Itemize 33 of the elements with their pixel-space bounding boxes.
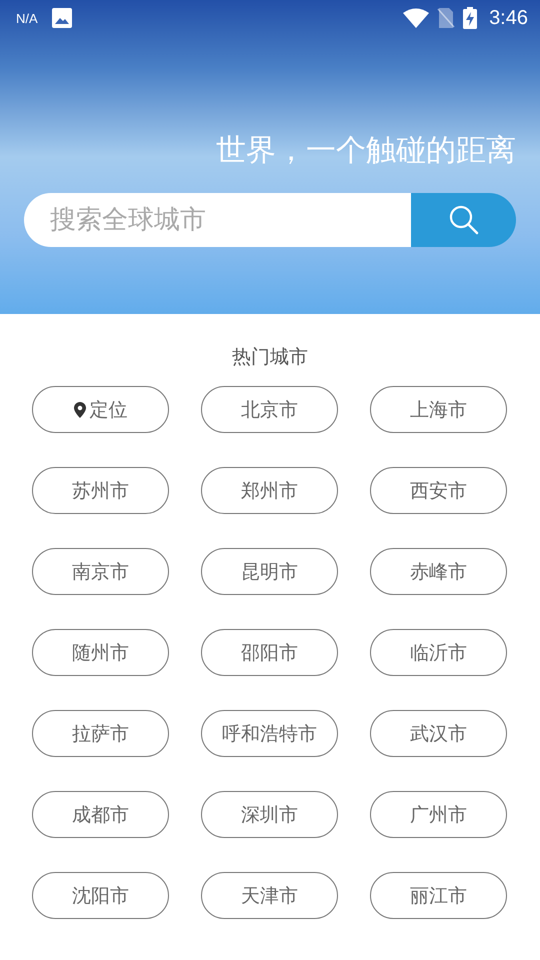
city-button[interactable]: 随州市 — [32, 629, 169, 676]
carrier-text: N/A — [16, 10, 38, 26]
no-sim-icon — [437, 8, 456, 28]
city-button[interactable]: 天津市 — [201, 872, 338, 919]
location-pin-icon — [74, 402, 86, 418]
city-button[interactable]: 丽江市 — [370, 872, 507, 919]
city-button[interactable]: 沈阳市 — [32, 872, 169, 919]
section-title: 热门城市 — [231, 345, 309, 370]
search-button[interactable] — [411, 193, 516, 247]
city-button[interactable]: 苏州市 — [32, 467, 169, 514]
city-button[interactable]: 呼和浩特市 — [201, 710, 338, 757]
slogan-text: 世界，一个触碰的距离 — [215, 132, 516, 170]
city-button[interactable]: 上海市 — [370, 386, 507, 433]
city-button[interactable]: 北京市 — [201, 386, 338, 433]
city-button[interactable]: 拉萨市 — [32, 710, 169, 757]
city-button[interactable]: 赤峰市 — [370, 548, 507, 595]
city-button[interactable]: 郑州市 — [201, 467, 338, 514]
city-button[interactable]: 武汉市 — [370, 710, 507, 757]
search-field[interactable]: 搜索全球城市 — [24, 193, 411, 247]
image-icon — [52, 8, 72, 28]
clock-text: 3:46 — [489, 6, 528, 30]
city-button[interactable]: 临沂市 — [370, 629, 507, 676]
city-button[interactable]: 深圳市 — [201, 791, 338, 838]
city-button[interactable]: 定位 — [32, 386, 169, 433]
battery-charging-icon — [463, 7, 478, 29]
city-button[interactable]: 西安市 — [370, 467, 507, 514]
wifi-icon — [403, 8, 430, 28]
city-button[interactable]: 成都市 — [32, 791, 169, 838]
city-button[interactable]: 昆明市 — [201, 548, 338, 595]
city-button[interactable]: 邵阳市 — [201, 629, 338, 676]
city-button[interactable]: 南京市 — [32, 548, 169, 595]
search-icon — [448, 204, 480, 236]
city-button[interactable]: 广州市 — [370, 791, 507, 838]
